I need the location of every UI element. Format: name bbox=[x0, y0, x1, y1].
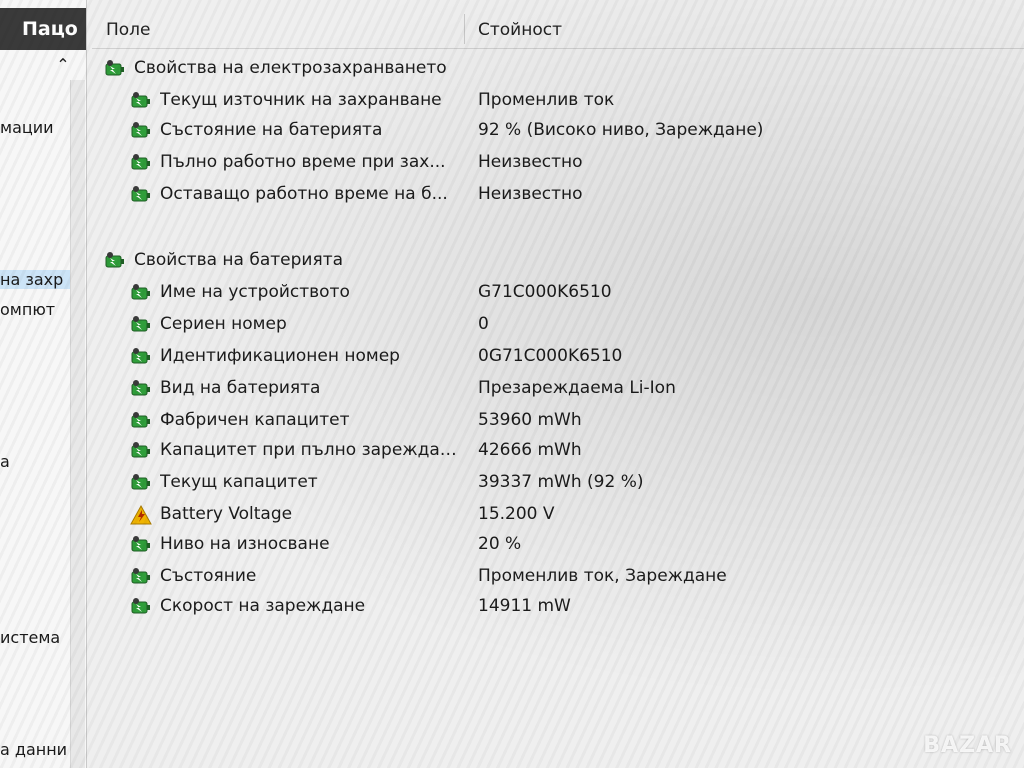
field-value: 14911 mW bbox=[478, 596, 571, 616]
field-value: Неизвестно bbox=[478, 184, 583, 204]
tree-item[interactable]: мации bbox=[0, 118, 70, 137]
battery-icon bbox=[104, 58, 126, 80]
tree-scrollbar[interactable] bbox=[70, 80, 85, 768]
list-item[interactable]: Фабричен капацитет 53960 mWh bbox=[92, 406, 1024, 436]
tree-item-selected[interactable]: на захр bbox=[0, 270, 70, 289]
field-value: 15.200 V bbox=[478, 504, 555, 524]
list-item[interactable]: Оставащо работно време на б... Неизвестн… bbox=[92, 180, 1024, 210]
field-label: Текущ източник на захранване bbox=[160, 90, 442, 110]
properties-list[interactable]: Поле Стойност Свойства на електрозахранв… bbox=[92, 0, 1024, 768]
field-label: Състояние на батерията bbox=[160, 120, 383, 140]
group-battery-properties[interactable]: Свойства на батерията bbox=[92, 246, 1024, 276]
battery-icon bbox=[130, 378, 152, 400]
field-label: Оставащо работно време на б... bbox=[160, 184, 448, 204]
battery-icon bbox=[130, 346, 152, 368]
field-label: Скорост на зареждане bbox=[160, 596, 366, 616]
list-item[interactable]: Battery Voltage 15.200 V bbox=[92, 500, 1024, 530]
field-value: Променлив ток, Зареждане bbox=[478, 566, 727, 586]
tree-item[interactable]: омпют bbox=[0, 300, 70, 319]
battery-icon bbox=[130, 314, 152, 336]
list-item[interactable]: Ниво на износване 20 % bbox=[92, 530, 1024, 560]
battery-icon bbox=[130, 282, 152, 304]
battery-icon bbox=[130, 410, 152, 432]
group-power-properties[interactable]: Свойства на електрозахранването bbox=[92, 54, 1024, 84]
field-value: G71C000K6510 bbox=[478, 282, 612, 302]
field-label: Сериен номер bbox=[160, 314, 287, 334]
field-label: Капацитет при пълно зареждане bbox=[160, 440, 460, 460]
field-value: 0G71C000K6510 bbox=[478, 346, 623, 366]
list-item[interactable]: Текущ източник на захранване Променлив т… bbox=[92, 86, 1024, 116]
list-item[interactable]: Идентификационен номер 0G71C000K6510 bbox=[92, 342, 1024, 372]
field-label: Име на устройството bbox=[160, 282, 350, 302]
battery-icon bbox=[130, 472, 152, 494]
header-divider bbox=[92, 48, 1024, 49]
tree-item[interactable]: а данни bbox=[0, 740, 70, 759]
battery-icon bbox=[130, 120, 152, 142]
warning-icon bbox=[130, 504, 152, 526]
battery-icon bbox=[130, 596, 152, 618]
field-value: Променлив ток bbox=[478, 90, 615, 110]
field-value: 42666 mWh bbox=[478, 440, 582, 460]
field-label: Фабричен капацитет bbox=[160, 410, 350, 430]
battery-icon bbox=[104, 250, 126, 272]
battery-icon bbox=[130, 184, 152, 206]
list-item[interactable]: Текущ капацитет 39337 mWh (92 %) bbox=[92, 468, 1024, 498]
column-header-value[interactable]: Стойност bbox=[478, 20, 562, 40]
list-item[interactable]: Вид на батерията Презареждаема Li-Ion bbox=[92, 374, 1024, 404]
field-label: Ниво на износване bbox=[160, 534, 330, 554]
battery-icon bbox=[130, 566, 152, 588]
window-title: Пацо bbox=[0, 8, 86, 50]
field-value: 20 % bbox=[478, 534, 522, 554]
tree-item[interactable]: а bbox=[0, 452, 70, 471]
list-item[interactable]: Състояние на батерията 92 % (Високо ниво… bbox=[92, 116, 1024, 146]
battery-icon bbox=[130, 152, 152, 174]
list-item[interactable]: Сериен номер 0 bbox=[92, 310, 1024, 340]
watermark-logo: BAZAR bbox=[923, 733, 1012, 758]
column-separator[interactable] bbox=[464, 14, 465, 44]
field-label: Battery Voltage bbox=[160, 504, 293, 524]
field-value: 0 bbox=[478, 314, 489, 334]
battery-icon bbox=[130, 440, 152, 462]
field-label: Състояние bbox=[160, 566, 257, 586]
field-value: 92 % (Високо ниво, Зареждане) bbox=[478, 120, 764, 140]
field-label: Вид на батерията bbox=[160, 378, 321, 398]
list-item[interactable]: Капацитет при пълно зареждане 42666 mWh bbox=[92, 436, 1024, 466]
column-header-field[interactable]: Поле bbox=[106, 20, 151, 40]
field-value: Неизвестно bbox=[478, 152, 583, 172]
field-value: Презареждаема Li-Ion bbox=[478, 378, 676, 398]
navigation-tree[interactable]: Пацо ⌃ мации на захр омпют а истема а да… bbox=[0, 0, 87, 768]
field-label: Текущ капацитет bbox=[160, 472, 318, 492]
list-item[interactable]: Състояние Променлив ток, Зареждане bbox=[92, 562, 1024, 592]
battery-icon bbox=[130, 90, 152, 112]
field-value: 53960 mWh bbox=[478, 410, 582, 430]
field-value: 39337 mWh (92 %) bbox=[478, 472, 644, 492]
field-label: Идентификационен номер bbox=[160, 346, 400, 366]
field-label: Пълно работно време при зах... bbox=[160, 152, 446, 172]
list-item[interactable]: Пълно работно време при зах... Неизвестн… bbox=[92, 148, 1024, 178]
group-label: Свойства на батерията bbox=[134, 250, 344, 270]
tree-item[interactable]: истема bbox=[0, 628, 70, 647]
scroll-up-icon[interactable]: ⌃ bbox=[52, 54, 74, 76]
group-label: Свойства на електрозахранването bbox=[134, 58, 447, 78]
battery-icon bbox=[130, 534, 152, 556]
list-item[interactable]: Име на устройството G71C000K6510 bbox=[92, 278, 1024, 308]
list-item[interactable]: Скорост на зареждане 14911 mW bbox=[92, 592, 1024, 622]
